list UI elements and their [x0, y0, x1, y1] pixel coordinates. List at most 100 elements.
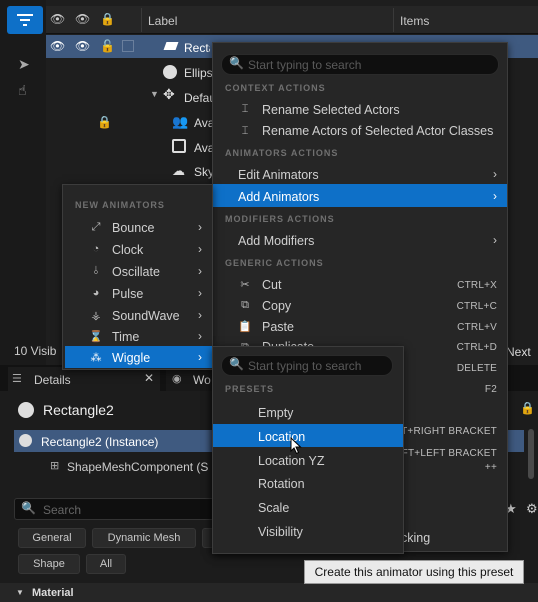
- filter-chip-dynamic-mesh[interactable]: Dynamic Mesh: [92, 528, 196, 548]
- menu-item-partial[interactable]: cking: [401, 531, 430, 545]
- next-button[interactable]: Next: [506, 345, 531, 359]
- animator-wiggle[interactable]: Wiggle: [112, 351, 150, 365]
- outliner-header: [46, 6, 538, 34]
- list-icon: ☰: [12, 373, 22, 385]
- header-divider: [141, 8, 142, 32]
- menu-item-paste[interactable]: Paste: [262, 320, 294, 334]
- animator-time[interactable]: Time: [112, 330, 139, 344]
- preset-scale[interactable]: Scale: [258, 501, 289, 515]
- filter-chip-general[interactable]: General: [18, 528, 86, 548]
- shortcut-rename: F2: [484, 384, 497, 395]
- component-icon: ⊞: [50, 460, 60, 472]
- animator-soundwave[interactable]: SoundWave: [112, 309, 180, 323]
- filter-chip-shape[interactable]: Shape: [18, 554, 80, 574]
- chevron-right-icon: ›: [198, 308, 202, 322]
- menu-item-add-modifiers[interactable]: Add Modifiers: [238, 234, 314, 248]
- instance-label: Rectangle2 (Instance): [41, 435, 159, 449]
- animator-clock[interactable]: Clock: [112, 243, 143, 257]
- menu-item-rename-selected[interactable]: Rename Selected Actors: [262, 103, 400, 117]
- menu-item-copy[interactable]: Copy: [262, 299, 291, 313]
- search-icon: 🔍: [229, 357, 244, 371]
- instance-icon: [19, 434, 32, 447]
- presets-submenu: 🔍 Start typing to search PRESETS Empty L…: [212, 346, 404, 554]
- preset-empty[interactable]: Empty: [258, 406, 293, 420]
- people-icon: 👥: [172, 114, 189, 129]
- presets-search[interactable]: 🔍 Start typing to search: [221, 355, 393, 376]
- search-placeholder: Start typing to search: [248, 359, 362, 373]
- section-material[interactable]: [0, 583, 538, 602]
- outliner-left-toolbar: [0, 0, 46, 365]
- preset-location-yz[interactable]: Location YZ: [258, 454, 324, 468]
- preset-tooltip: Create this animator using this preset: [304, 560, 524, 584]
- filter-button[interactable]: [7, 6, 43, 34]
- search-placeholder: Start typing to search: [248, 58, 362, 72]
- world-tab-label: Wo: [193, 373, 211, 387]
- row-unlock-icon[interactable]: 🔓: [100, 39, 115, 53]
- menu-item-cut[interactable]: Cut: [262, 278, 281, 292]
- shortcut-copy: CTRL+C: [456, 301, 497, 312]
- row-visibility-icon[interactable]: 👁: [50, 39, 65, 53]
- chevron-right-icon: ›: [493, 233, 497, 247]
- paste-icon: 📋: [238, 320, 252, 333]
- items-column-header[interactable]: Items: [400, 14, 429, 28]
- chevron-right-icon: ›: [198, 286, 202, 300]
- context-menu-search[interactable]: 🔍 Start typing to search: [221, 54, 499, 75]
- shortcut-right-bracket: FT+RIGHT BRACKET: [394, 426, 497, 437]
- section-presets: PRESETS: [225, 384, 275, 394]
- lock-icon[interactable]: 🔒: [520, 401, 535, 415]
- cut-icon: ✂: [240, 278, 250, 291]
- shortcut-left-bracket: FT+LEFT BRACKET: [401, 448, 497, 459]
- oscillate-icon: ⫰: [93, 264, 99, 277]
- row-visibility2-icon[interactable]: 👁: [75, 39, 90, 53]
- shortcut-duplicate: CTRL+D: [456, 342, 497, 353]
- animator-oscillate[interactable]: Oscillate: [112, 265, 160, 279]
- sky-icon: ☁: [172, 163, 185, 178]
- chevron-right-icon: ›: [493, 167, 497, 181]
- preset-rotation[interactable]: Rotation: [258, 477, 305, 491]
- image-icon: [172, 139, 186, 153]
- details-title: Rectangle2: [43, 402, 114, 418]
- visibility-col-icon[interactable]: 👁: [50, 12, 65, 26]
- shortcut-delete: DELETE: [456, 363, 497, 374]
- menu-item-edit-animators[interactable]: Edit Animators: [238, 168, 319, 182]
- preset-location-highlight[interactable]: [213, 424, 403, 447]
- search-icon: 🔍: [21, 501, 36, 515]
- details-search[interactable]: 🔍 Search: [14, 498, 224, 520]
- component-label: ShapeMeshComponent (S: [67, 460, 209, 474]
- search-icon: 🔍: [229, 56, 244, 70]
- ellipse-shape-icon: [163, 65, 177, 79]
- expand-arrow-icon[interactable]: ▼: [150, 89, 159, 99]
- header-divider-2: [393, 8, 394, 32]
- menu-item-rename-classes[interactable]: Rename Actors of Selected Actor Classes: [262, 124, 493, 138]
- rename-icon: ⌶: [241, 124, 249, 137]
- search-placeholder: Search: [43, 503, 82, 517]
- row-lock-icon[interactable]: 🔒: [97, 115, 112, 129]
- outliner-item-label: Sky: [194, 165, 215, 179]
- chevron-right-icon: ›: [198, 329, 202, 343]
- label-column-header[interactable]: Label: [148, 14, 177, 28]
- mouse-cursor-icon: [290, 437, 302, 455]
- chevron-right-icon: ›: [198, 220, 202, 234]
- wiggle-icon: ⁂: [90, 351, 102, 364]
- hand-icon[interactable]: ☝: [18, 82, 27, 99]
- details-tab[interactable]: [8, 367, 160, 391]
- lock-col-icon[interactable]: 🔒: [100, 12, 115, 26]
- close-tab-icon[interactable]: ✕: [144, 371, 154, 385]
- rename-icon: ⌶: [241, 102, 249, 115]
- shortcut-paste: CTRL+V: [457, 322, 497, 333]
- settings-icon[interactable]: ⚙: [526, 501, 538, 517]
- animator-pulse[interactable]: Pulse: [112, 287, 143, 301]
- filter-chip-all[interactable]: All: [86, 554, 126, 574]
- chevron-right-icon: ›: [198, 350, 202, 364]
- preset-visibility[interactable]: Visibility: [258, 525, 303, 539]
- collapse-arrow-icon[interactable]: ▼: [16, 588, 24, 597]
- row-checkbox[interactable]: [122, 40, 134, 52]
- globe-icon: ◉: [172, 373, 182, 385]
- chevron-right-icon: ›: [198, 242, 202, 256]
- menu-item-add-animators[interactable]: Add Animators: [238, 190, 319, 204]
- tooltip-text: Create this animator using this preset: [314, 565, 514, 579]
- animator-bounce[interactable]: Bounce: [112, 221, 154, 235]
- scrollbar[interactable]: [528, 429, 534, 479]
- select-cursor-icon[interactable]: ➤: [18, 56, 30, 73]
- visibility2-col-icon[interactable]: 👁: [75, 12, 90, 26]
